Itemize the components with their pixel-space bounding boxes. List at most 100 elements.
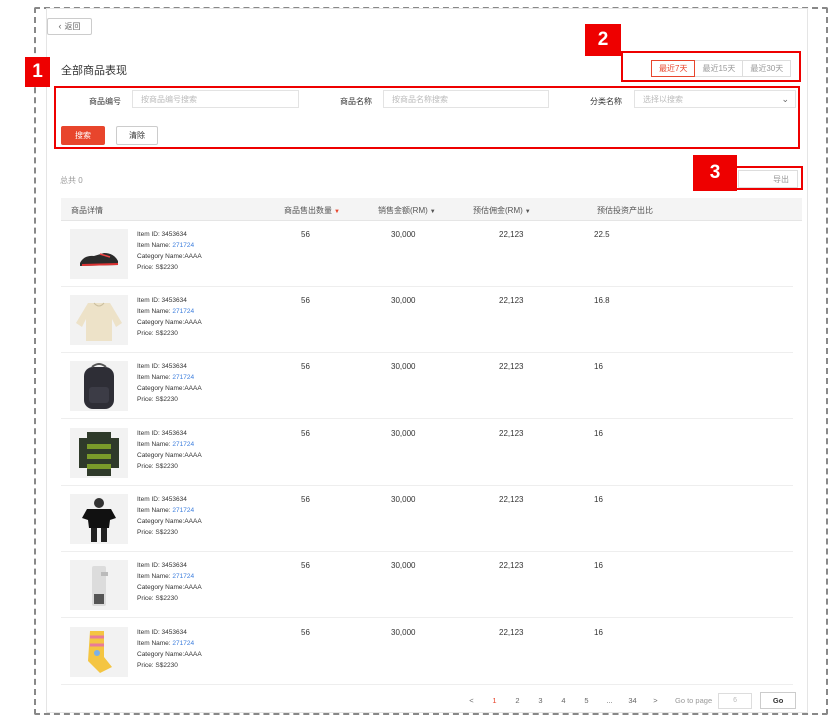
product-thumbnail bbox=[70, 361, 128, 411]
item-id: Item ID: 3453634 bbox=[137, 231, 187, 238]
product-info: Item ID: 3453634 Item Name: 271724 Categor… bbox=[137, 428, 202, 472]
header-sales-amount-label: 销售金额(RM) bbox=[378, 206, 428, 215]
item-name-line: Item Name: 271724 bbox=[137, 306, 202, 317]
item-name-label: Item Name: bbox=[137, 441, 173, 448]
item-name-link[interactable]: 271724 bbox=[172, 308, 194, 315]
page-5[interactable]: 5 bbox=[575, 696, 598, 705]
units-sold-cell: 56 bbox=[301, 495, 310, 504]
product-info: Item ID: 3453634 Item Name: 271724 Categor… bbox=[137, 494, 202, 538]
product-thumbnail bbox=[70, 494, 128, 544]
item-name-line: Item Name: 271724 bbox=[137, 638, 202, 649]
table-row: Item ID: 3453634 Item Name: 271724 Categor… bbox=[61, 287, 793, 353]
header-commission[interactable]: 预估佣金(RM) ▼ bbox=[473, 205, 531, 216]
product-thumbnail bbox=[70, 560, 128, 610]
sales-amount-cell: 30,000 bbox=[391, 429, 416, 438]
item-category: Category Name:AAAA bbox=[137, 651, 202, 658]
sort-caret-icon: ▼ bbox=[524, 209, 531, 215]
item-name-label: Item Name: bbox=[137, 242, 173, 249]
item-id: Item ID: 3453634 bbox=[137, 297, 187, 304]
roi-cell: 16 bbox=[594, 628, 603, 637]
next-page-button[interactable]: > bbox=[644, 696, 667, 705]
item-name-label: Item Name: bbox=[137, 640, 173, 647]
annotation-box-2 bbox=[621, 51, 801, 82]
sales-amount-cell: 30,000 bbox=[391, 495, 416, 504]
total-count: 总共 0 bbox=[60, 176, 83, 185]
page-title: 全部商品表现 bbox=[61, 65, 127, 77]
header-units-sold[interactable]: 商品售出数量 ▼ bbox=[284, 205, 340, 216]
item-name-label: Item Name: bbox=[137, 573, 173, 580]
units-sold-cell: 56 bbox=[301, 296, 310, 305]
product-info: Item ID: 3453634 Item Name: 271724 Categor… bbox=[137, 229, 202, 273]
table-header: 商品详情 商品售出数量 ▼ 销售金额(RM) ▼ 预估佣金(RM) ▼ 预估投资产出比 bbox=[61, 198, 802, 221]
item-name-line: Item Name: 271724 bbox=[137, 439, 202, 450]
table-row: Item ID: 3453634 Item Name: 271724 Categor… bbox=[61, 221, 793, 287]
roi-cell: 22.5 bbox=[594, 230, 610, 239]
sales-amount-cell: 30,000 bbox=[391, 628, 416, 637]
sort-caret-icon: ▼ bbox=[429, 209, 436, 215]
commission-cell: 22,123 bbox=[499, 561, 524, 570]
roi-cell: 16 bbox=[594, 362, 603, 371]
chevron-left-icon: ‹ bbox=[58, 21, 62, 31]
product-info: Item ID: 3453634 Item Name: 271724 Categor… bbox=[137, 627, 202, 671]
item-category: Category Name:AAAA bbox=[137, 319, 202, 326]
roi-cell: 16 bbox=[594, 429, 603, 438]
go-button[interactable]: Go bbox=[760, 692, 797, 709]
item-name-label: Item Name: bbox=[137, 374, 173, 381]
item-price: Price: S$2230 bbox=[137, 463, 178, 470]
item-category: Category Name:AAAA bbox=[137, 385, 202, 392]
commission-cell: 22,123 bbox=[499, 495, 524, 504]
item-id: Item ID: 3453634 bbox=[137, 363, 187, 370]
item-name-link[interactable]: 271724 bbox=[172, 441, 194, 448]
item-name-link[interactable]: 271724 bbox=[172, 573, 194, 580]
product-thumbnail bbox=[70, 428, 128, 478]
page-4[interactable]: 4 bbox=[552, 696, 575, 705]
product-info: Item ID: 3453634 Item Name: 271724 Categor… bbox=[137, 560, 202, 604]
product-thumbnail bbox=[70, 627, 128, 677]
table-row: Item ID: 3453634 Item Name: 271724 Categor… bbox=[61, 420, 793, 486]
page-1[interactable]: 1 bbox=[483, 696, 506, 705]
sort-caret-icon: ▼ bbox=[334, 209, 340, 215]
page-34[interactable]: 34 bbox=[621, 696, 644, 705]
item-name-link[interactable]: 271724 bbox=[172, 640, 194, 647]
commission-cell: 22,123 bbox=[499, 362, 524, 371]
units-sold-cell: 56 bbox=[301, 230, 310, 239]
back-button[interactable]: ‹ 返回 bbox=[47, 18, 92, 35]
item-price: Price: S$2230 bbox=[137, 330, 178, 337]
item-category: Category Name:AAAA bbox=[137, 253, 202, 260]
annotation-badge-2: 2 bbox=[585, 24, 621, 56]
sales-amount-cell: 30,000 bbox=[391, 230, 416, 239]
back-label: 返回 bbox=[64, 22, 81, 31]
header-commission-label: 预估佣金(RM) bbox=[473, 206, 523, 215]
roi-cell: 16 bbox=[594, 495, 603, 504]
page-3[interactable]: 3 bbox=[529, 696, 552, 705]
sales-amount-cell: 30,000 bbox=[391, 561, 416, 570]
item-category: Category Name:AAAA bbox=[137, 584, 202, 591]
item-id: Item ID: 3453634 bbox=[137, 430, 187, 437]
item-name-line: Item Name: 271724 bbox=[137, 240, 202, 251]
sales-amount-cell: 30,000 bbox=[391, 296, 416, 305]
item-name-link[interactable]: 271724 bbox=[172, 242, 194, 249]
roi-cell: 16 bbox=[594, 561, 603, 570]
page-2[interactable]: 2 bbox=[506, 696, 529, 705]
item-name-line: Item Name: 271724 bbox=[137, 372, 202, 383]
item-name-label: Item Name: bbox=[137, 308, 173, 315]
header-product-details: 商品详情 bbox=[71, 206, 103, 215]
item-name-line: Item Name: 271724 bbox=[137, 505, 202, 516]
units-sold-cell: 56 bbox=[301, 362, 310, 371]
item-name-link[interactable]: 271724 bbox=[172, 507, 194, 514]
prev-page-button[interactable]: < bbox=[460, 696, 483, 705]
product-thumbnail bbox=[70, 295, 128, 345]
goto-page-input[interactable]: 6 bbox=[718, 692, 753, 709]
annotation-badge-3: 3 bbox=[693, 155, 737, 191]
table-row: Item ID: 3453634 Item Name: 271724 Categor… bbox=[61, 353, 793, 419]
units-sold-cell: 56 bbox=[301, 429, 310, 438]
item-name-link[interactable]: 271724 bbox=[172, 374, 194, 381]
roi-cell: 16.8 bbox=[594, 296, 610, 305]
product-info: Item ID: 3453634 Item Name: 271724 Categor… bbox=[137, 361, 202, 405]
item-category: Category Name:AAAA bbox=[137, 518, 202, 525]
item-category: Category Name:AAAA bbox=[137, 452, 202, 459]
header-sales-amount[interactable]: 销售金额(RM) ▼ bbox=[378, 205, 436, 216]
product-info: Item ID: 3453634 Item Name: 271724 Categor… bbox=[137, 295, 202, 339]
commission-cell: 22,123 bbox=[499, 628, 524, 637]
commission-cell: 22,123 bbox=[499, 230, 524, 239]
